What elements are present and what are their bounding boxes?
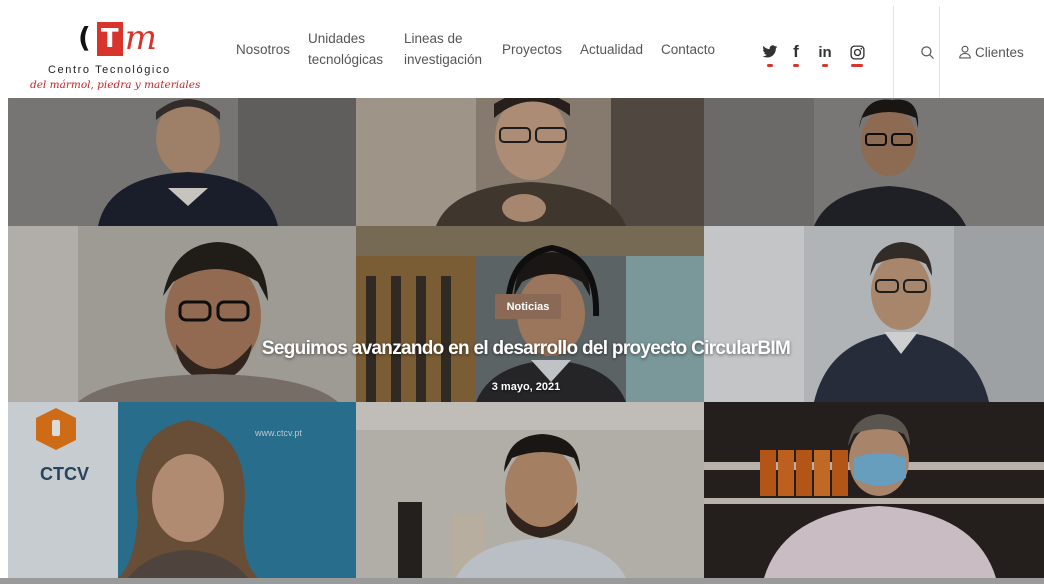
facebook-glyph: f [793,42,799,61]
clients-label: Clientes [975,44,1024,60]
nav-item-label: Nosotros [236,41,291,57]
facebook-icon[interactable]: f [786,42,806,62]
hero-date: 3 mayo, 2021 [491,381,561,393]
instagram-underline [851,64,863,67]
category-badge[interactable]: Noticias [495,294,561,319]
header-divider [893,6,894,98]
nav-item-nosotros[interactable]: Nosotros [236,0,290,98]
logo[interactable]: ( T m Centro Tecnológico del mármol, pie… [30,14,214,96]
twitter-icon[interactable] [760,42,780,62]
logo-subtitle: del mármol, piedra y materiales [30,79,201,91]
logo-t-box: T [96,22,123,56]
hero-title[interactable]: Seguimos avanzando en el desarrollo del … [8,338,1044,360]
logo-m-script: m [124,18,158,58]
nav-item-lineas[interactable]: Lineas de investigación [404,0,482,98]
logo-tagline: Centro Tecnológico [48,64,171,76]
logo-paren: ( [78,21,91,54]
nav-item-unidades[interactable]: Unidades tecnológicas [308,0,383,98]
facebook-underline [793,64,799,67]
nav-item-contacto[interactable]: Contacto [661,0,715,98]
linkedin-icon[interactable]: in [815,42,835,62]
nav-item-label: Unidades [308,31,366,46]
nav-item-label: investigación [404,52,483,67]
header-divider [939,6,940,98]
search-icon[interactable] [917,42,937,62]
site-header: ( T m Centro Tecnológico del mármol, pie… [0,0,1044,98]
nav-item-label: Lineas de [404,31,463,46]
nav-item-label: Actualidad [580,41,644,57]
linkedin-underline [822,64,828,67]
instagram-icon[interactable] [847,42,867,62]
nav-item-label: Proyectos [502,41,563,57]
hero-banner[interactable]: CTCV www.ctcv.pt Noticias Seguimos avanz… [8,98,1044,578]
logo-mark: ( T m [78,16,157,56]
clients-button[interactable]: Clientes [958,42,1024,62]
nav-item-label: tecnológicas [308,52,384,67]
linkedin-glyph: in [818,43,832,61]
nav-item-label: Contacto [661,41,716,57]
nav-item-proyectos[interactable]: Proyectos [502,0,562,98]
bottom-divider [0,578,1044,584]
twitter-underline [767,64,773,67]
user-icon [958,45,972,59]
nav-item-actualidad[interactable]: Actualidad [580,0,643,98]
